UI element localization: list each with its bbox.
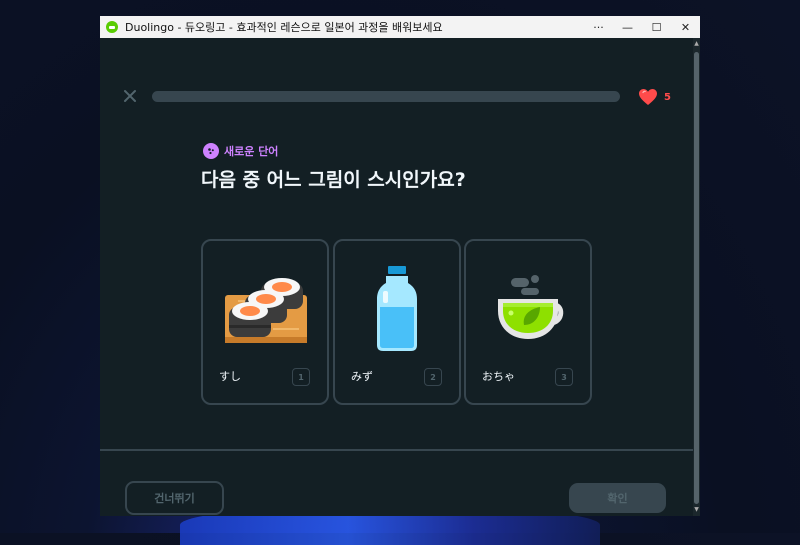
skip-button[interactable]: 건너뛰기 bbox=[125, 481, 224, 515]
hearts-indicator: 5 bbox=[638, 88, 671, 106]
question-title: 다음 중 어느 그림이 스시인가요? bbox=[201, 169, 466, 191]
app-window: Duolingo - 듀오링고 - 효과적인 레슨으로 일본어 과정을 배워보세… bbox=[100, 16, 700, 516]
sparkle-icon bbox=[203, 143, 219, 159]
close-window-button[interactable]: ✕ bbox=[671, 16, 700, 38]
choice-word: おちゃ bbox=[482, 370, 515, 383]
duolingo-app-icon bbox=[106, 21, 118, 33]
window-title: Duolingo - 듀오링고 - 효과적인 레슨으로 일본어 과정을 배워보세… bbox=[125, 21, 443, 34]
choice-word: みず bbox=[351, 370, 373, 383]
title-bar: Duolingo - 듀오링고 - 효과적인 레슨으로 일본어 과정을 배워보세… bbox=[100, 16, 700, 38]
minimize-button[interactable]: — bbox=[613, 16, 642, 38]
water-bottle-icon bbox=[377, 266, 417, 351]
close-icon[interactable] bbox=[122, 88, 138, 104]
lesson-progress-bar bbox=[152, 91, 620, 102]
heart-icon bbox=[639, 89, 657, 105]
choice-card-sushi[interactable]: すし 1 bbox=[201, 239, 329, 405]
hearts-count: 5 bbox=[664, 91, 671, 103]
scrollbar-thumb[interactable] bbox=[694, 52, 699, 504]
footer-divider bbox=[100, 449, 693, 451]
vertical-scrollbar[interactable]: ▲ ▼ bbox=[693, 38, 700, 516]
maximize-button[interactable]: ☐ bbox=[642, 16, 671, 38]
choice-number: 1 bbox=[292, 368, 310, 386]
new-word-label: 새로운 단어 bbox=[224, 145, 279, 158]
scroll-up-icon[interactable]: ▲ bbox=[693, 40, 700, 48]
new-word-badge: 새로운 단어 bbox=[203, 143, 278, 159]
choice-card-tea[interactable]: おちゃ 3 bbox=[464, 239, 592, 405]
choice-word: すし bbox=[219, 370, 241, 383]
lesson-area: 5 새로운 단어 다음 중 어느 그림이 스시인가요? すし 1 みず 2 おち… bbox=[100, 38, 693, 516]
more-options-button[interactable]: ··· bbox=[584, 16, 613, 38]
choice-number: 3 bbox=[555, 368, 573, 386]
check-button[interactable]: 확인 bbox=[569, 483, 666, 513]
tea-cup-icon bbox=[498, 275, 564, 339]
sushi-icon bbox=[225, 278, 307, 343]
choice-card-water[interactable]: みず 2 bbox=[333, 239, 461, 405]
scroll-down-icon[interactable]: ▼ bbox=[693, 506, 700, 514]
choice-number: 2 bbox=[424, 368, 442, 386]
